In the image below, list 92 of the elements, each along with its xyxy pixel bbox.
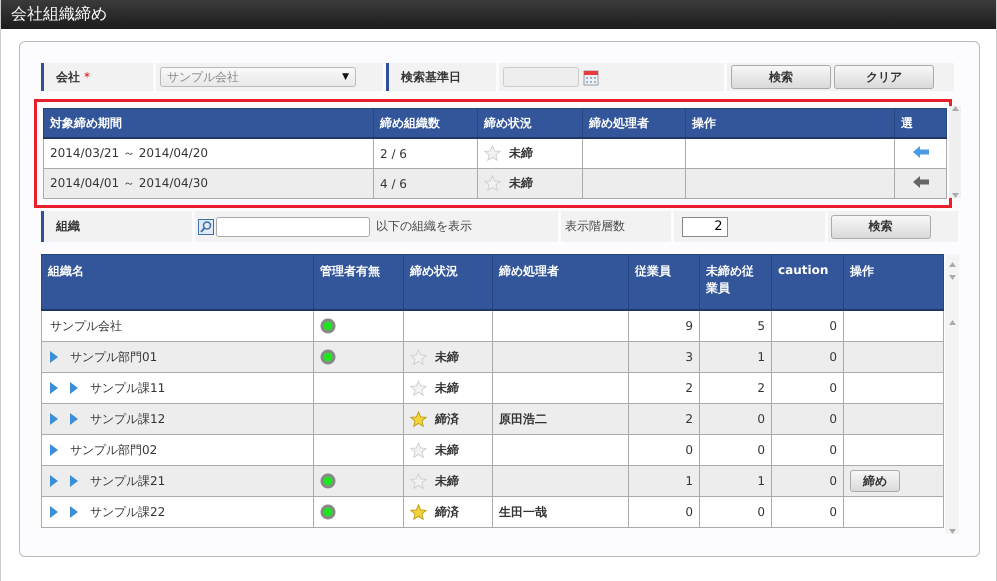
org-name[interactable]: サンプル課12 bbox=[90, 410, 166, 428]
org-name[interactable]: サンプル会社 bbox=[50, 318, 122, 334]
table-cell: 2 bbox=[685, 412, 693, 426]
column-header: 締め状況 bbox=[404, 254, 492, 310]
status-text: 未締 bbox=[435, 350, 459, 364]
scroll-up-icon[interactable] bbox=[952, 106, 958, 111]
scroll-down-icon[interactable] bbox=[952, 193, 958, 198]
required-mark: * bbox=[84, 70, 90, 84]
expand-arrow-icon[interactable] bbox=[50, 475, 58, 487]
column-header: 締め処理者 bbox=[492, 254, 628, 310]
table-cell: 2 bbox=[685, 381, 693, 395]
table-cell: 3 bbox=[685, 350, 693, 364]
status-text: 締済 bbox=[435, 412, 459, 426]
org-name[interactable]: サンプル課21 bbox=[90, 472, 166, 490]
date-label: 検索基準日 bbox=[386, 63, 496, 91]
table-cell: 0 bbox=[829, 474, 837, 488]
org-name[interactable]: サンプル部門02 bbox=[70, 442, 158, 458]
expand-arrow-icon[interactable] bbox=[50, 351, 58, 363]
table-cell: 0 bbox=[829, 412, 837, 426]
status-text: 未締 bbox=[509, 176, 533, 190]
closer-name: 原田浩二 bbox=[499, 412, 547, 426]
expand-arrow-icon[interactable] bbox=[70, 413, 78, 425]
clear-button[interactable]: クリア bbox=[834, 65, 934, 89]
column-header: 選 bbox=[894, 108, 946, 138]
arrow-left-icon[interactable] bbox=[912, 146, 928, 158]
table-cell: 0 bbox=[829, 319, 837, 333]
table-cell: 2014/04/01 ～ 2014/04/30 bbox=[44, 168, 374, 198]
close-action-button[interactable]: 締め bbox=[850, 470, 900, 492]
table-cell: 0 bbox=[757, 412, 765, 426]
table-cell: 4 / 6 bbox=[374, 168, 478, 198]
status-text: 未締 bbox=[435, 442, 459, 456]
column-header: 対象締め期間 bbox=[44, 108, 374, 138]
org-label: 組織 bbox=[41, 211, 192, 242]
expand-arrow-icon[interactable] bbox=[70, 475, 78, 487]
table-cell: 2 / 6 bbox=[374, 138, 478, 168]
scroll-down-icon[interactable] bbox=[948, 529, 956, 534]
table-cell: 1 bbox=[757, 474, 765, 488]
scrollbar[interactable] bbox=[949, 106, 961, 198]
company-dropdown[interactable]: サンプル会社 ▼ bbox=[160, 67, 356, 87]
table-cell: 5 bbox=[757, 319, 765, 333]
status-text: 未締 bbox=[509, 146, 533, 160]
search-button[interactable]: 検索 bbox=[731, 65, 831, 89]
expand-arrow-icon[interactable] bbox=[50, 506, 58, 518]
status-text: 締済 bbox=[435, 504, 459, 518]
column-header: 締め処理者 bbox=[582, 108, 686, 138]
column-header: caution bbox=[772, 254, 844, 310]
column-header: 未締め従業員 bbox=[700, 254, 772, 310]
column-header: 操作 bbox=[844, 254, 944, 310]
table-cell: 0 bbox=[757, 505, 765, 519]
org-field[interactable] bbox=[216, 216, 370, 236]
table-cell: 0 bbox=[829, 381, 837, 395]
depth-field[interactable]: 2 bbox=[682, 216, 728, 236]
table-cell: 0 bbox=[757, 443, 765, 457]
column-header: 締め組織数 bbox=[374, 108, 478, 138]
org-name[interactable]: サンプル部門01 bbox=[70, 348, 158, 366]
org-name[interactable]: サンプル課11 bbox=[90, 380, 166, 396]
column-header: 組織名 bbox=[42, 254, 314, 310]
window-title: 会社組織締め bbox=[11, 4, 107, 25]
table-cell: 9 bbox=[685, 319, 693, 333]
search-icon[interactable] bbox=[198, 218, 214, 234]
table-cell: 1 bbox=[757, 350, 765, 364]
status-text: 未締 bbox=[435, 380, 459, 394]
column-header: 管理者有無 bbox=[314, 254, 404, 310]
scrollbar[interactable] bbox=[945, 254, 959, 534]
expand-arrow-icon[interactable] bbox=[50, 413, 58, 425]
org-field-hint: 以下の組織を表示 bbox=[376, 218, 472, 235]
expand-arrow-icon[interactable] bbox=[50, 444, 58, 456]
column-header: 従業員 bbox=[628, 254, 700, 310]
column-header: 操作 bbox=[686, 108, 894, 138]
company-label: 会社 bbox=[56, 68, 80, 86]
table-cell: 2014/03/21 ～ 2014/04/20 bbox=[44, 138, 374, 168]
closer-name: 生田一哉 bbox=[499, 504, 547, 518]
column-header: 締め状況 bbox=[478, 108, 582, 138]
scroll-up-icon[interactable] bbox=[948, 262, 956, 267]
calendar-icon[interactable] bbox=[583, 68, 599, 86]
expand-arrow-icon[interactable] bbox=[70, 506, 78, 518]
table-cell: 0 bbox=[829, 505, 837, 519]
table-cell: 1 bbox=[685, 474, 693, 488]
expand-arrow-icon[interactable] bbox=[70, 382, 78, 394]
table-cell: 0 bbox=[685, 443, 693, 457]
arrow-left-icon[interactable] bbox=[912, 176, 928, 188]
status-text: 未締 bbox=[435, 474, 459, 488]
table-cell: 0 bbox=[685, 505, 693, 519]
table-cell: 0 bbox=[829, 443, 837, 457]
scroll-down-icon[interactable] bbox=[948, 275, 956, 280]
depth-label: 表示階層数 bbox=[565, 218, 626, 235]
table-cell: 2 bbox=[757, 381, 765, 395]
scroll-up-icon[interactable] bbox=[948, 320, 956, 325]
org-name[interactable]: サンプル課22 bbox=[90, 504, 166, 520]
table-cell: 0 bbox=[829, 350, 837, 364]
search-button[interactable]: 検索 bbox=[830, 214, 931, 238]
expand-arrow-icon[interactable] bbox=[50, 382, 58, 394]
